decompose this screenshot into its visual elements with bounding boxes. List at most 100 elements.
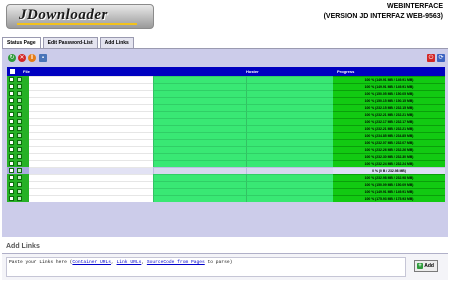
progress-cell: 100 % (232.26 MB / 232.26 MB)	[333, 146, 445, 153]
expand-icon[interactable]	[17, 126, 22, 131]
expand-icon[interactable]	[17, 189, 22, 194]
expand-icon[interactable]	[17, 196, 22, 201]
expand-icon[interactable]	[17, 161, 22, 166]
expand-icon[interactable]	[17, 182, 22, 187]
table-row[interactable]: 0 % (0 B / 232.98 MB)	[7, 167, 445, 174]
table-row[interactable]: 100 % (232.30 MB / 232.30 MB)	[7, 153, 445, 160]
row-checkbox[interactable]	[9, 168, 14, 173]
expand-icon[interactable]	[17, 154, 22, 159]
container-urls-link[interactable]: Container URLs	[72, 260, 111, 265]
row-controls	[7, 153, 29, 160]
save-icon[interactable]: ▪	[39, 54, 47, 62]
stop-icon[interactable]: ✕	[18, 54, 26, 62]
sourcecode-link[interactable]: SourceCode from Pages	[147, 260, 205, 265]
tab-edit-password-list[interactable]: Edit Password-List	[42, 37, 98, 48]
row-checkbox[interactable]	[9, 112, 14, 117]
hoster-status-cell	[246, 125, 333, 132]
row-checkbox[interactable]	[9, 175, 14, 180]
expand-icon[interactable]	[17, 98, 22, 103]
row-checkbox[interactable]	[9, 77, 14, 82]
file-cell	[29, 167, 153, 174]
row-checkbox[interactable]	[9, 161, 14, 166]
file-cell	[29, 76, 153, 83]
progress-cell: 100 % (232.07 MB / 232.07 MB)	[333, 139, 445, 146]
progress-text: 100 % (232.21 MB / 232.21 MB)	[364, 113, 414, 117]
links-textarea[interactable]: Paste your Links here (Container URLs, L…	[6, 257, 406, 277]
hoster-cell	[153, 195, 246, 202]
row-checkbox[interactable]	[9, 154, 14, 159]
add-button[interactable]: + Add	[414, 260, 438, 272]
hoster-status-cell	[246, 139, 333, 146]
table-row[interactable]: 100 % (232.17 MB / 232.17 MB)	[7, 118, 445, 125]
column-progress: Progress	[337, 69, 355, 74]
file-cell	[29, 90, 153, 97]
row-checkbox[interactable]	[9, 91, 14, 96]
table-row[interactable]: 100 % (175.93 MB / 175.93 MB)	[7, 195, 445, 202]
table-row[interactable]: 100 % (150.05 MB / 150.05 MB)	[7, 90, 445, 97]
expand-icon[interactable]	[17, 91, 22, 96]
table-row[interactable]: 100 % (232.07 MB / 232.07 MB)	[7, 139, 445, 146]
progress-text: 100 % (232.17 MB / 232.17 MB)	[364, 120, 414, 124]
select-all-checkbox[interactable]	[10, 69, 15, 74]
file-cell	[29, 132, 153, 139]
tab-add-links[interactable]: Add Links	[99, 37, 134, 48]
table-row[interactable]: 100 % (232.98 MB / 232.98 MB)	[7, 174, 445, 181]
row-checkbox[interactable]	[9, 98, 14, 103]
add-icon: +	[417, 263, 423, 269]
row-checkbox[interactable]	[9, 126, 14, 131]
row-controls	[7, 132, 29, 139]
expand-icon[interactable]	[17, 175, 22, 180]
expand-icon[interactable]	[17, 133, 22, 138]
table-row[interactable]: 100 % (232.21 MB / 232.21 MB)	[7, 125, 445, 132]
hoster-status-cell	[246, 118, 333, 125]
row-checkbox[interactable]	[9, 147, 14, 152]
shutdown-icon[interactable]: ⏻	[427, 54, 435, 62]
page-subtitle: (VERSION JD INTERFAZ WEB-9563)	[323, 13, 443, 20]
progress-cell: 0 % (0 B / 232.98 MB)	[333, 167, 445, 174]
expand-icon[interactable]	[17, 140, 22, 145]
progress-cell: 100 % (232.21 MB / 232.21 MB)	[333, 125, 445, 132]
progress-text: 100 % (150.15 MB / 150.15 MB)	[364, 99, 414, 103]
row-checkbox[interactable]	[9, 189, 14, 194]
row-checkbox[interactable]	[9, 119, 14, 124]
pause-icon[interactable]: ‖	[28, 54, 36, 62]
row-checkbox[interactable]	[9, 140, 14, 145]
table-row[interactable]: 100 % (232.21 MB / 232.21 MB)	[7, 111, 445, 118]
row-checkbox[interactable]	[9, 84, 14, 89]
table-row[interactable]: 100 % (150.15 MB / 150.15 MB)	[7, 97, 445, 104]
expand-icon[interactable]	[17, 84, 22, 89]
table-row[interactable]: 100 % (150.09 MB / 150.09 MB)	[7, 181, 445, 188]
expand-icon[interactable]	[17, 147, 22, 152]
progress-cell: 100 % (232.17 MB / 232.17 MB)	[333, 118, 445, 125]
row-controls	[7, 167, 29, 174]
table-row[interactable]: 100 % (232.26 MB / 232.26 MB)	[7, 146, 445, 153]
expand-icon[interactable]	[17, 112, 22, 117]
expand-icon[interactable]	[17, 119, 22, 124]
row-checkbox[interactable]	[9, 105, 14, 110]
table-row[interactable]: 100 % (149.91 MB / 149.91 MB)	[7, 188, 445, 195]
table-row[interactable]: 100 % (234.85 MB / 234.85 MB)	[7, 132, 445, 139]
expand-icon[interactable]	[17, 168, 22, 173]
link-urls-link[interactable]: Link URLs	[117, 260, 142, 265]
tab-status-page[interactable]: Status Page	[2, 37, 41, 48]
hoster-status-cell	[246, 104, 333, 111]
row-controls	[7, 90, 29, 97]
hoster-cell	[153, 139, 246, 146]
reconnect-icon[interactable]: ⟳	[437, 54, 445, 62]
table-row[interactable]: 100 % (149.91 MB / 149.91 MB)	[7, 76, 445, 83]
refresh-icon[interactable]: ↻	[8, 54, 16, 62]
expand-icon[interactable]	[17, 105, 22, 110]
row-checkbox[interactable]	[9, 196, 14, 201]
progress-text: 100 % (149.91 MB / 149.91 MB)	[364, 78, 414, 82]
hoster-cell	[153, 76, 246, 83]
progress-text: 100 % (149.91 MB / 149.91 MB)	[364, 85, 414, 89]
table-row[interactable]: 100 % (149.91 MB / 149.91 MB)	[7, 83, 445, 90]
hoster-cell	[153, 118, 246, 125]
table-row[interactable]: 100 % (232.15 MB / 232.15 MB)	[7, 104, 445, 111]
row-checkbox[interactable]	[9, 133, 14, 138]
row-checkbox[interactable]	[9, 182, 14, 187]
expand-icon[interactable]	[17, 77, 22, 82]
progress-text: 100 % (232.98 MB / 232.98 MB)	[364, 176, 414, 180]
table-row[interactable]: 100 % (232.24 MB / 232.24 MB)	[7, 160, 445, 167]
jdownloader-logo[interactable]: JDownloader	[6, 4, 154, 29]
